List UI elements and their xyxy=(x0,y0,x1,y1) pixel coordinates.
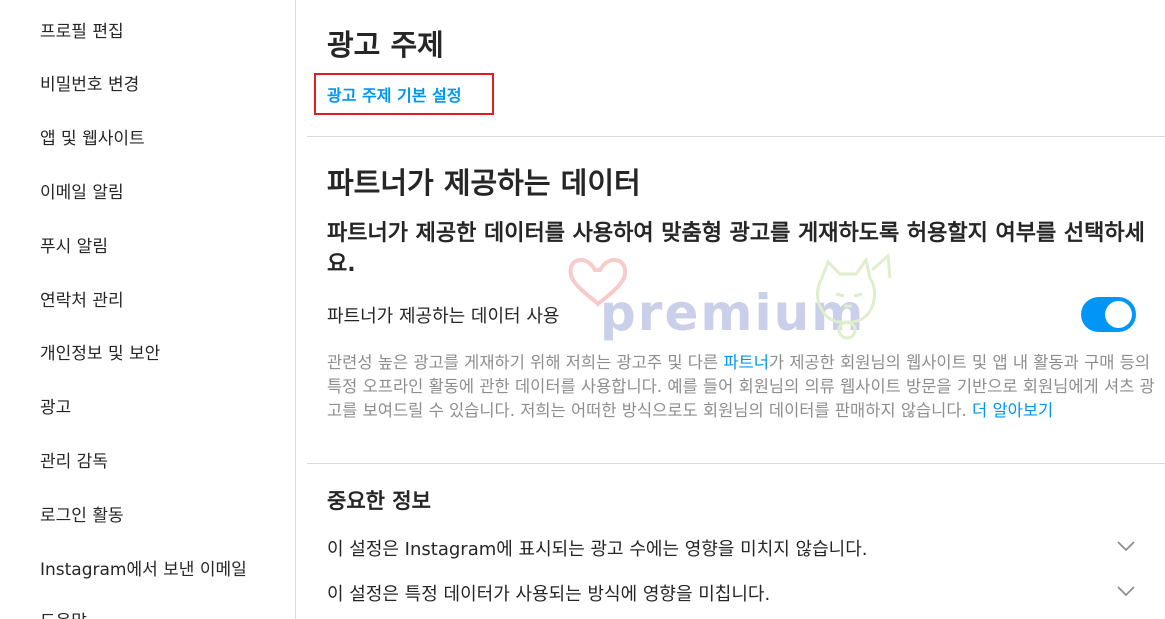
ad-topic-preferences-link[interactable]: 광고 주제 기본 설정 xyxy=(327,82,461,106)
partner-data-toggle[interactable] xyxy=(1081,297,1136,332)
sidebar-item-privacy-security[interactable]: 개인정보 및 보안 xyxy=(40,339,160,364)
important-info-title: 중요한 정보 xyxy=(327,489,431,513)
description-text-1: 관련성 높은 광고를 게재하기 위해 저희는 광고주 및 다른 xyxy=(327,353,724,372)
page-title: 광고 주제 xyxy=(327,28,444,62)
sidebar-item-login-activity[interactable]: 로그인 활동 xyxy=(40,501,124,526)
info-row-ad-count[interactable]: 이 설정은 Instagram에 표시되는 광고 수에는 영향을 미치지 않습니… xyxy=(327,533,1137,563)
sidebar-item-help[interactable]: 도움말 xyxy=(40,607,87,619)
sidebar-item-manage-contacts[interactable]: 연락처 관리 xyxy=(40,286,124,311)
divider xyxy=(307,463,1165,464)
partner-data-toggle-label: 파트너가 제공하는 데이터 사용 xyxy=(327,306,560,327)
sidebar-item-ads[interactable]: 광고 xyxy=(40,393,71,418)
partner-data-description: 관련성 높은 광고를 게재하기 위해 저희는 광고주 및 다른 파트너가 제공한… xyxy=(327,351,1157,423)
sidebar-item-email-notifications[interactable]: 이메일 알림 xyxy=(40,178,124,203)
divider xyxy=(307,136,1165,137)
sidebar-item-emails-from-instagram[interactable]: Instagram에서 보낸 이메일 xyxy=(40,555,247,580)
chevron-down-icon xyxy=(1117,586,1135,597)
chevron-down-icon xyxy=(1117,541,1135,552)
sidebar-item-change-password[interactable]: 비밀번호 변경 xyxy=(40,70,139,95)
sidebar-item-push-notifications[interactable]: 푸시 알림 xyxy=(40,232,108,257)
toggle-knob xyxy=(1105,301,1132,328)
partner-data-question: 파트너가 제공한 데이터를 사용하여 맞춤형 광고를 게재하도록 허용할지 여부… xyxy=(327,221,1145,277)
main-content: 광고 주제 광고 주제 기본 설정 파트너가 제공하는 데이터 파트너가 제공한… xyxy=(297,0,1165,619)
learn-more-link[interactable]: 더 알아보기 xyxy=(972,401,1053,420)
info-row-data-usage[interactable]: 이 설정은 특정 데이터가 사용되는 방식에 영향을 미칩니다. xyxy=(327,578,1137,608)
partners-link[interactable]: 파트너 xyxy=(723,353,769,372)
sidebar-item-supervision[interactable]: 관리 감독 xyxy=(40,447,108,472)
info-row-text: 이 설정은 특정 데이터가 사용되는 방식에 영향을 미칩니다. xyxy=(327,584,771,605)
sidebar-item-edit-profile[interactable]: 프로필 편집 xyxy=(40,17,124,42)
partner-data-title: 파트너가 제공하는 데이터 xyxy=(327,166,641,200)
settings-sidebar: 프로필 편집 비밀번호 변경 앱 및 웹사이트 이메일 알림 푸시 알림 연락처… xyxy=(0,0,296,619)
info-row-text: 이 설정은 Instagram에 표시되는 광고 수에는 영향을 미치지 않습니… xyxy=(327,539,868,560)
sidebar-item-apps-websites[interactable]: 앱 및 웹사이트 xyxy=(40,124,145,149)
